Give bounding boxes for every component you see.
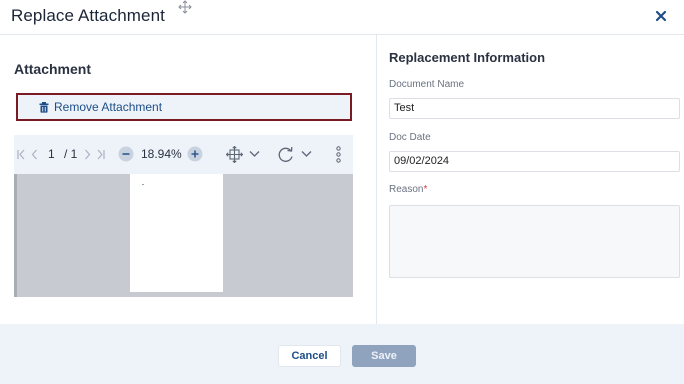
dialog-footer: Cancel Save — [0, 324, 684, 384]
save-button[interactable]: Save — [352, 345, 416, 367]
remove-attachment-label: Remove Attachment — [54, 100, 163, 114]
pdf-viewer: 1 / 1 18.94% — [14, 135, 353, 297]
viewer-toolbar: 1 / 1 18.94% — [14, 135, 353, 174]
reason-textarea[interactable] — [389, 205, 680, 278]
doc-date-label: Doc Date — [389, 132, 431, 143]
total-pages: / 1 — [64, 147, 78, 161]
dialog-header: Replace Attachment — [0, 0, 684, 35]
remove-attachment-button[interactable]: Remove Attachment — [16, 93, 352, 121]
required-marker: * — [423, 184, 428, 195]
document-page — [130, 174, 223, 292]
attachment-section-title: Attachment — [14, 61, 92, 77]
doc-date-field[interactable]: 09/02/2024 — [389, 151, 680, 172]
dialog-title: Replace Attachment — [11, 6, 165, 25]
zoom-level[interactable]: 18.94% — [141, 147, 182, 161]
rotate-options-chevron-down-icon[interactable] — [301, 150, 312, 158]
fit-options-chevron-down-icon[interactable] — [249, 150, 260, 158]
last-page-icon[interactable] — [96, 149, 105, 160]
document-canvas[interactable] — [14, 174, 353, 297]
first-page-icon[interactable] — [17, 149, 26, 160]
current-page-number[interactable]: 1 — [48, 147, 55, 161]
replacement-info-panel: Replacement Information Document Name Te… — [376, 35, 684, 324]
zoom-in-icon[interactable] — [187, 146, 203, 162]
reason-label-text: Reason — [389, 184, 424, 195]
trash-icon — [39, 101, 49, 113]
document-name-label: Document Name — [389, 79, 465, 90]
more-options-icon[interactable] — [336, 146, 341, 163]
zoom-out-icon[interactable] — [118, 146, 134, 162]
page-mark — [142, 184, 144, 185]
close-icon[interactable] — [654, 9, 668, 23]
attachment-panel: Attachment Remove Attachment 1 / 1 18.94… — [0, 35, 376, 324]
document-name-field[interactable]: Test — [389, 98, 680, 119]
reason-label: Reason* — [389, 184, 427, 195]
fit-page-icon[interactable] — [226, 146, 243, 163]
move-icon[interactable] — [178, 0, 192, 14]
rotate-icon[interactable] — [277, 146, 295, 163]
previous-page-icon[interactable] — [31, 149, 38, 160]
replacement-info-title: Replacement Information — [389, 50, 546, 65]
cancel-button[interactable]: Cancel — [278, 345, 341, 367]
next-page-icon[interactable] — [84, 149, 91, 160]
